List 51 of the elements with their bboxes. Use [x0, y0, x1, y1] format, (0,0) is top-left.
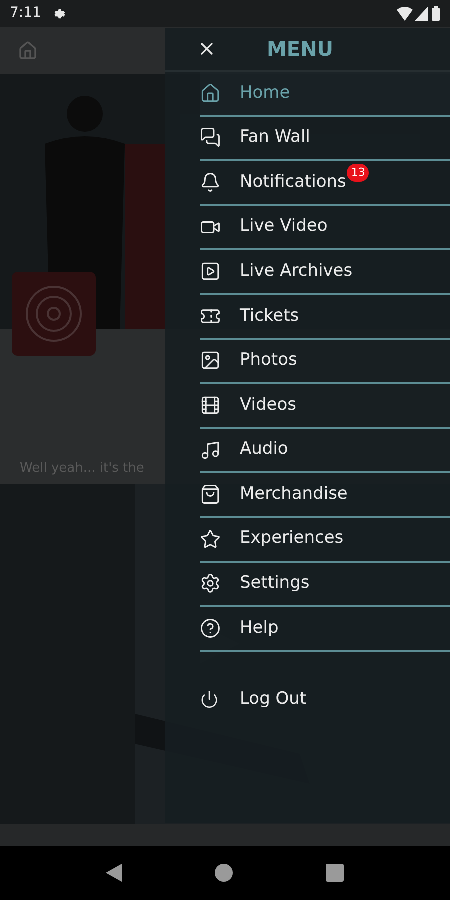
menu-item[interactable]: Settings — [200, 562, 450, 608]
menu-item[interactable]: Live Archives — [200, 250, 450, 295]
status-time: 7:11 — [10, 4, 42, 24]
image-icon — [200, 350, 221, 372]
menu-item-label: Tickets — [240, 304, 300, 328]
shopping-bag-icon — [200, 484, 221, 506]
menu-item-label: Home — [240, 82, 290, 105]
menu-item[interactable]: Photos — [200, 340, 450, 384]
logo-icon — [24, 284, 84, 344]
battery-icon — [432, 6, 440, 22]
chat-bubbles-icon — [200, 127, 221, 148]
menu-item[interactable]: Fan Wall — [200, 116, 450, 162]
power-icon — [200, 690, 219, 710]
recents-icon[interactable] — [326, 864, 344, 882]
play-square-icon — [200, 261, 221, 282]
star-icon — [200, 528, 221, 550]
menu-item[interactable]: Home — [200, 72, 450, 117]
signal-icon — [415, 6, 428, 21]
wifi-icon — [397, 6, 413, 21]
menu-item-label: Merchandise — [240, 482, 348, 506]
menu-item[interactable]: Experiences — [200, 518, 450, 563]
settings-icon — [200, 573, 221, 594]
menu-item-label: Log Out — [240, 688, 307, 711]
menu-item-label: Fan Wall — [240, 126, 310, 150]
menu-item[interactable]: Help — [200, 607, 450, 652]
home-icon — [200, 82, 221, 104]
menu-item[interactable]: Tickets — [200, 294, 450, 340]
menu-item[interactable]: Videos — [200, 384, 450, 429]
menu-item[interactable]: Notifications 13 — [200, 161, 450, 206]
menu-item-label: Help — [240, 616, 279, 640]
notification-badge: 13 — [347, 164, 370, 182]
bell-icon — [200, 172, 221, 193]
back-icon[interactable] — [106, 864, 122, 882]
menu-item[interactable]: Audio — [200, 428, 450, 474]
menu-item[interactable]: Merchandise — [200, 473, 450, 518]
music-note-icon — [200, 440, 221, 461]
home-circle-icon[interactable] — [214, 864, 233, 882]
menu-item-label: Photos — [240, 349, 298, 372]
help-icon — [200, 618, 221, 639]
menu-item-label: Settings — [240, 572, 310, 596]
menu-item-label: Notifications — [240, 170, 346, 194]
menu-title: MENU — [267, 36, 334, 63]
menu-item-label: Videos — [240, 394, 296, 417]
menu-item[interactable]: Log Out — [200, 678, 450, 722]
settings-icon — [53, 6, 68, 21]
menu-item-label: Audio — [240, 438, 288, 462]
menu-item-label: Live Archives — [240, 260, 353, 283]
film-icon — [200, 394, 221, 416]
menu-item[interactable]: Live Video — [200, 206, 450, 250]
menu-item-label: Live Video — [240, 215, 328, 238]
menu-item-label: Experiences — [240, 527, 344, 550]
